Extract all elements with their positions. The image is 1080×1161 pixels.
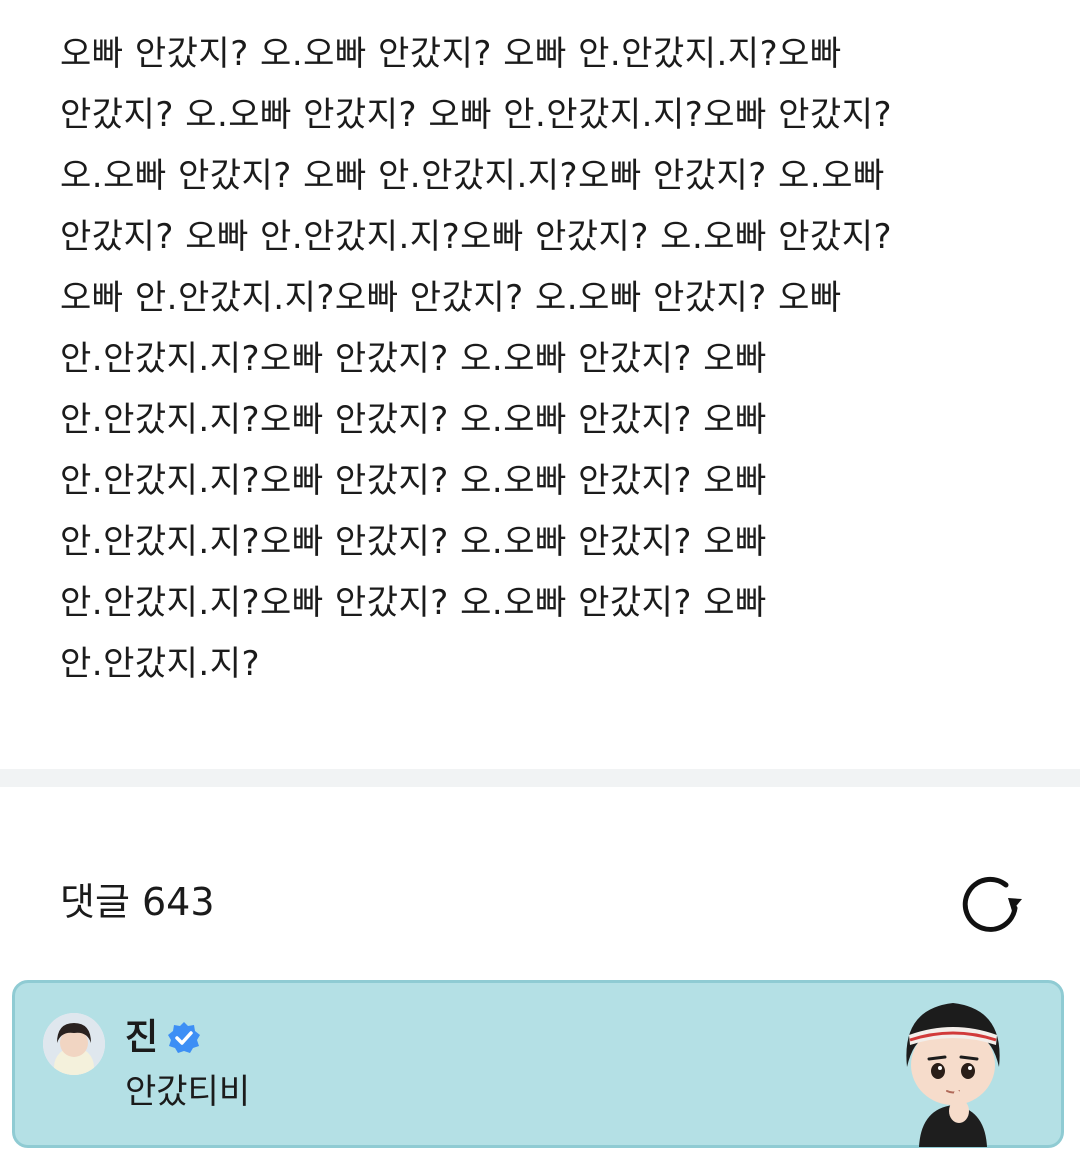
post-text-line: 오.오빠 안갔지? 오빠 안.안갔지.지?오빠 안갔지? 오.오빠 bbox=[60, 156, 885, 196]
post-text-line: 안.안갔지.지?오빠 안갔지? 오.오빠 안갔지? 오빠 bbox=[60, 400, 767, 440]
character-sticker bbox=[906, 1003, 1000, 1147]
refresh-button[interactable] bbox=[958, 870, 1024, 936]
refresh-icon bbox=[962, 876, 1022, 932]
post-text-line: 안.안갔지.지?오빠 안갔지? 오.오빠 안갔지? 오빠 bbox=[60, 339, 767, 379]
verified-badge-icon bbox=[168, 1022, 201, 1053]
comment-author-name[interactable]: 진 bbox=[125, 1013, 158, 1063]
pinned-comment-card[interactable]: 진 안갔티비 bbox=[12, 980, 1064, 1148]
comment-author-row: 진 bbox=[125, 1013, 202, 1063]
post-text-line: 안갔지? 오.오빠 안갔지? 오빠 안.안갔지.지?오빠 안갔지? bbox=[60, 95, 893, 135]
comment-text: 안갔티비 bbox=[125, 1072, 251, 1112]
post-text-line: 안.안갔지.지?오빠 안갔지? 오.오빠 안갔지? 오빠 bbox=[60, 522, 767, 562]
author-avatar[interactable] bbox=[43, 1013, 105, 1075]
post-text-line: 안.안갔지.지?오빠 안갔지? 오.오빠 안갔지? 오빠 bbox=[60, 583, 767, 623]
post-text-line: 안.안갔지.지? bbox=[60, 644, 261, 684]
post-text-line: 안.안갔지.지?오빠 안갔지? 오.오빠 안갔지? 오빠 bbox=[60, 461, 767, 501]
post-text-line: 오빠 안갔지? 오.오빠 안갔지? 오빠 안.안갔지.지?오빠 bbox=[60, 34, 842, 74]
comments-count-title: 댓글 643 bbox=[60, 880, 215, 924]
section-divider bbox=[0, 769, 1080, 787]
post-text-line: 안갔지? 오빠 안.안갔지.지?오빠 안갔지? 오.오빠 안갔지? bbox=[60, 217, 893, 257]
post-body: 오빠 안갔지? 오.오빠 안갔지? 오빠 안.안갔지.지?오빠 안갔지? 오.오… bbox=[60, 24, 1020, 695]
post-text-line: 오빠 안.안갔지.지?오빠 안갔지? 오.오빠 안갔지? 오빠 bbox=[60, 278, 842, 318]
